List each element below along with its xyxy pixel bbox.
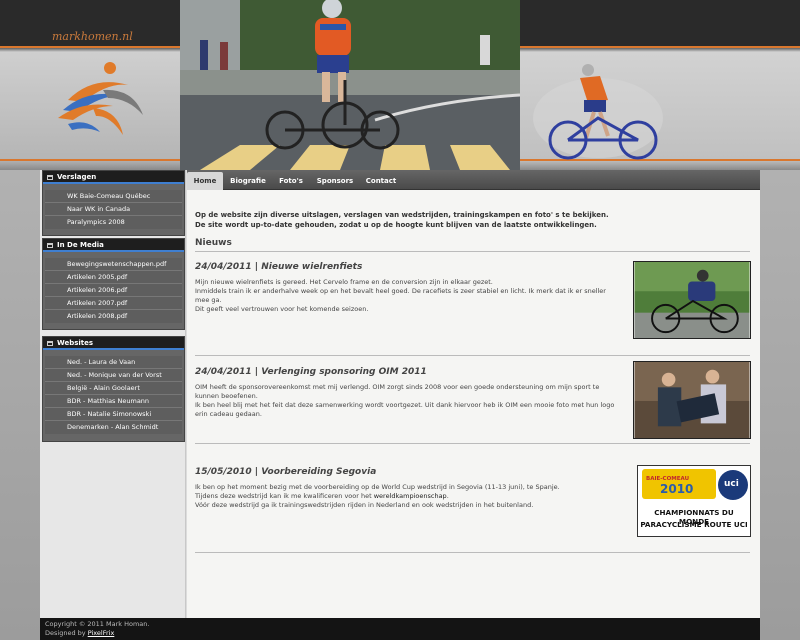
- sidebar-heading: In De Media: [43, 239, 184, 252]
- sidebar-item-monique-van-der-vorst[interactable]: Ned. - Monique van der Vorst: [45, 369, 182, 382]
- main-content: Home Biografie Foto's Sponsors Contact O…: [187, 170, 760, 618]
- sidebar-item-natalie-simonowski[interactable]: BDR - Natalie Simonowski: [45, 408, 182, 421]
- cyclist-logo[interactable]: [48, 60, 158, 140]
- tab-home[interactable]: Home: [187, 172, 223, 190]
- post-body: OIM heeft de sponsorovereenkomst met mij…: [195, 383, 615, 418]
- tab-fotos[interactable]: Foto's: [275, 172, 307, 190]
- sidebar-heading: Verslagen: [43, 171, 184, 184]
- header-photo-cyclist: [533, 64, 663, 160]
- folder-icon: [47, 341, 53, 346]
- site-footer: Copyright © 2011 Mark Homan. Designed by…: [40, 618, 760, 640]
- tab-contact[interactable]: Contact: [363, 172, 399, 190]
- intro-text: Op de website zijn diverse uitslagen, ve…: [195, 211, 609, 229]
- sidebar: Verslagen WK Baie-Comeau Québec Naar WK …: [40, 170, 186, 618]
- main-nav-tabs: Home Biografie Foto's Sponsors Contact: [187, 170, 760, 190]
- post-thumbnail-bike[interactable]: [633, 261, 751, 339]
- site-header: markhomen.nl: [0, 0, 800, 170]
- tab-biografie[interactable]: Biografie: [227, 172, 269, 190]
- brand-name[interactable]: markhomen.nl: [52, 30, 133, 43]
- post-body: Ik ben op het moment bezig met de voorbe…: [195, 483, 560, 509]
- sidebar-item-artikelen-2008[interactable]: Artikelen 2008.pdf: [45, 310, 182, 323]
- sidebar-item-artikelen-2005[interactable]: Artikelen 2005.pdf: [45, 271, 182, 284]
- page-frame: Verslagen WK Baie-Comeau Québec Naar WK …: [40, 170, 760, 618]
- sidebar-item-artikelen-2007[interactable]: Artikelen 2007.pdf: [45, 297, 182, 310]
- sidebar-item-naar-wk-canada[interactable]: Naar WK in Canada: [45, 203, 182, 216]
- sidebar-item-matthias-neumann[interactable]: BDR - Matthias Neumann: [45, 395, 182, 408]
- post-body: Mijn nieuwe wielrenfiets is gereed. Het …: [195, 278, 606, 313]
- sidebar-block-websites: Websites Ned. - Laura de Vaan Ned. - Mon…: [42, 336, 185, 442]
- wereldkampioenschap-link[interactable]: wereldkampioenschap: [374, 492, 447, 500]
- designer-credit: Designed by PixelFrix: [45, 629, 115, 637]
- sidebar-heading: Websites: [43, 337, 184, 350]
- header-photo-tricycle: [180, 0, 520, 170]
- copyright-text: Copyright © 2011 Mark Homan.: [45, 620, 150, 628]
- folder-icon: [47, 175, 53, 180]
- divider: [195, 251, 750, 252]
- sidebar-item-paralympics-2008[interactable]: Paralympics 2008: [45, 216, 182, 229]
- sidebar-block-verslagen: Verslagen WK Baie-Comeau Québec Naar WK …: [42, 170, 185, 236]
- tab-sponsors[interactable]: Sponsors: [313, 172, 357, 190]
- post-thumbnail-sponsor[interactable]: [633, 361, 751, 439]
- sidebar-block-media: In De Media Bewegingswetenschappen.pdf A…: [42, 238, 185, 330]
- championship-badge[interactable]: BAIE-COMEAU 2010 uci CHAMPIONNATS DU MON…: [637, 465, 751, 537]
- sidebar-item-alain-goolaert[interactable]: België - Alain Goolaert: [45, 382, 182, 395]
- folder-icon: [47, 243, 53, 248]
- divider: [195, 355, 750, 356]
- sidebar-item-alan-schmidt[interactable]: Denemarken - Alan Schmidt: [45, 421, 182, 434]
- sidebar-item-bewegingswetenschappen[interactable]: Bewegingswetenschappen.pdf: [45, 258, 182, 271]
- divider: [195, 552, 750, 553]
- sidebar-item-wk-baie-comeau[interactable]: WK Baie-Comeau Québec: [45, 190, 182, 203]
- divider: [195, 443, 750, 444]
- sidebar-item-laura-de-vaan[interactable]: Ned. - Laura de Vaan: [45, 356, 182, 369]
- header-accent-line: [0, 46, 180, 48]
- sidebar-item-artikelen-2006[interactable]: Artikelen 2006.pdf: [45, 284, 182, 297]
- section-title-nieuws: Nieuws: [195, 238, 232, 248]
- designer-link[interactable]: PixelFrix: [88, 629, 115, 637]
